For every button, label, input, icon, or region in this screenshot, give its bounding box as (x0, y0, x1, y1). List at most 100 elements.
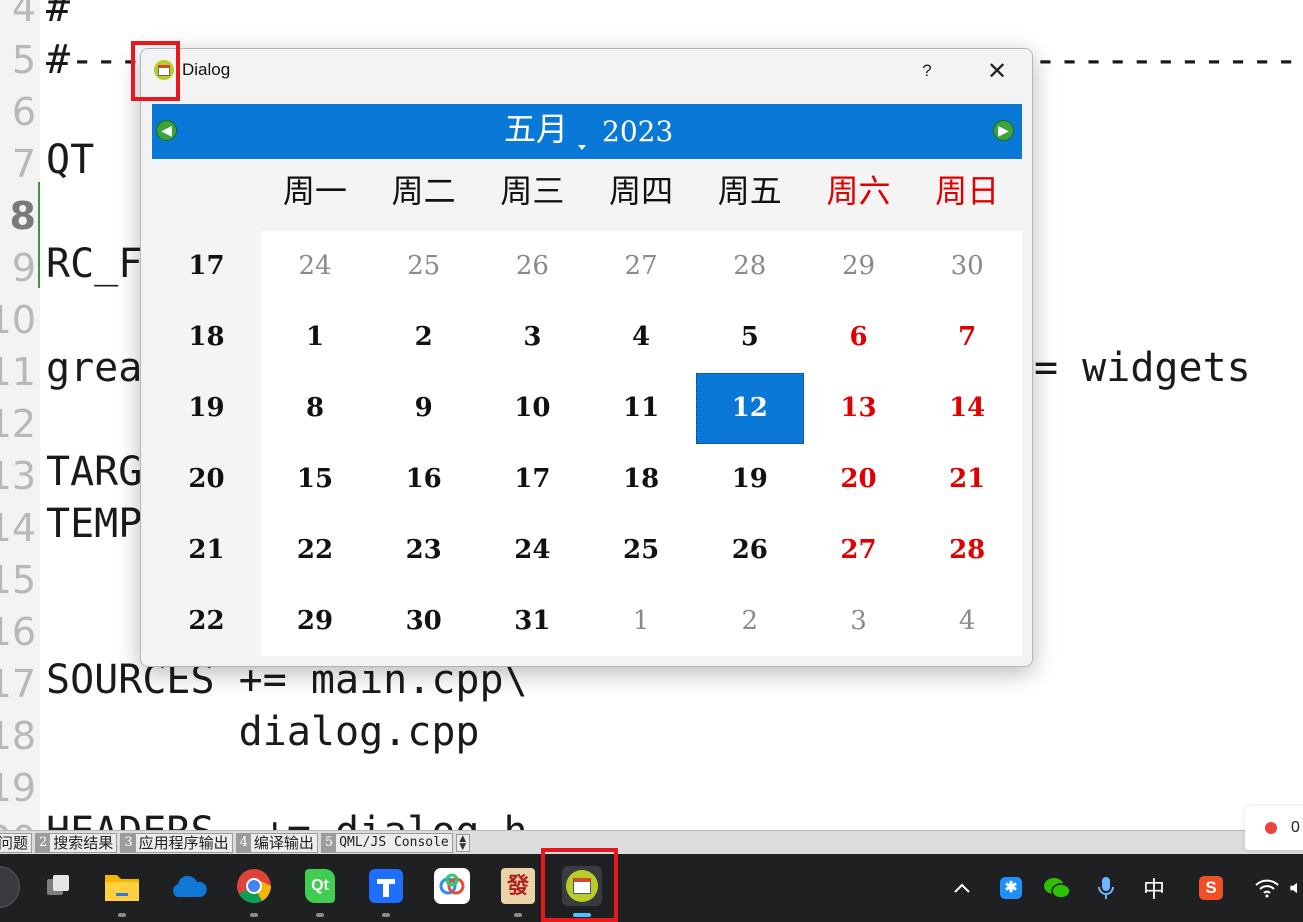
pane-tab-search-results[interactable]: 2 搜索结果 (35, 832, 118, 853)
tencent-docs-icon[interactable] (366, 866, 406, 917)
day-cell[interactable]: 30 (370, 586, 478, 657)
day-cell[interactable]: 26 (696, 515, 804, 586)
day-cell-selected[interactable]: 12 (695, 373, 804, 444)
day-grid: 24 25 26 27 28 29 30 1 2 3 4 5 6 7 8 9 10 11 12 13 14 15 16 17 1… (261, 231, 1022, 656)
wifi-icon[interactable] (1252, 872, 1282, 904)
weekday-header: 周一 周二 周三 周四 周五 周六 周日 (152, 159, 1022, 231)
weekday-label: 周二 (391, 172, 456, 210)
close-button[interactable]: ✕ (974, 55, 1020, 87)
day-cell-other-month[interactable]: 30 (913, 231, 1021, 302)
microphone-icon[interactable] (1092, 872, 1120, 904)
day-cell[interactable]: 2 (370, 302, 478, 373)
day-cell-other-month[interactable]: 3 (805, 586, 913, 657)
line-number: 11 (0, 350, 36, 394)
weekday-label: 周日 (935, 172, 1000, 210)
month-selector[interactable]: 五月 (504, 107, 568, 151)
running-indicator (250, 913, 258, 917)
wechat-icon[interactable] (1042, 872, 1072, 904)
day-cell[interactable]: 21 (913, 444, 1021, 515)
day-cell[interactable]: 16 (370, 444, 478, 515)
line-number: 9 (11, 246, 36, 290)
weekday-label: 周六 (826, 172, 891, 210)
day-cell[interactable]: 8 (261, 373, 369, 444)
week-number: 22 (188, 606, 225, 636)
pane-tab-number: 2 (36, 833, 51, 852)
calendar-dialog-app-icon[interactable] (562, 866, 602, 917)
pane-tab-compile-output[interactable]: 4 编译输出 (235, 832, 318, 853)
day-cell-other-month[interactable]: 24 (261, 231, 369, 302)
day-cell[interactable]: 31 (478, 586, 586, 657)
day-cell-other-month[interactable]: 27 (587, 231, 695, 302)
sogou-glyph: S (1199, 876, 1223, 900)
day-cell[interactable]: 4 (587, 302, 695, 373)
day-cell[interactable]: 11 (587, 373, 695, 444)
day-cell[interactable]: 15 (261, 444, 369, 515)
code-line-7: QT (46, 137, 95, 183)
pane-tab-qml-console[interactable]: 5 QML/JS Console (320, 832, 453, 853)
ime-mode-indicator[interactable]: 中 (1138, 872, 1170, 904)
onedrive-icon[interactable] (168, 866, 208, 906)
recording-indicator[interactable]: 0 (1245, 806, 1303, 850)
day-cell-other-month[interactable]: 28 (696, 231, 804, 302)
week-number: 20 (188, 464, 225, 494)
day-cell-other-month[interactable]: 29 (805, 231, 913, 302)
day-cell-other-month[interactable]: 26 (478, 231, 586, 302)
day-cell[interactable]: 14 (913, 373, 1021, 444)
line-number: 19 (0, 766, 36, 810)
task-view-icon[interactable] (38, 866, 78, 906)
line-number: 18 (0, 714, 36, 758)
qt-glyph: Qt (305, 869, 335, 903)
modified-lines-marker (38, 182, 40, 288)
volume-icon[interactable] (1288, 872, 1303, 904)
year-selector[interactable]: 2023 (602, 112, 673, 152)
week-number: 17 (188, 251, 225, 281)
line-number: 17 (0, 662, 36, 706)
search-icon[interactable] (0, 866, 20, 908)
day-cell-other-month[interactable]: 4 (913, 586, 1021, 657)
line-number: 7 (11, 142, 36, 186)
day-cell[interactable]: 23 (370, 515, 478, 586)
chevron-down-icon[interactable] (578, 145, 586, 150)
day-cell[interactable]: 20 (805, 444, 913, 515)
day-cell[interactable]: 24 (478, 515, 586, 586)
pane-more-button[interactable]: ▲ ▼ (455, 833, 470, 852)
running-indicator (382, 913, 390, 917)
chevron-up-icon[interactable] (948, 872, 976, 904)
day-cell[interactable]: 19 (696, 444, 804, 515)
day-cell[interactable]: 6 (805, 302, 913, 373)
pane-tab-label: 编译输出 (253, 833, 314, 852)
help-button[interactable]: ? (909, 55, 945, 87)
day-cell[interactable]: 9 (370, 373, 478, 444)
day-cell[interactable]: 7 (913, 302, 1021, 373)
dialog-titlebar[interactable]: Dialog ? ✕ (141, 49, 1032, 93)
day-cell-other-month[interactable]: 1 (587, 586, 695, 657)
day-cell[interactable]: 5 (696, 302, 804, 373)
day-cell[interactable]: 27 (805, 515, 913, 586)
qt-creator-icon[interactable]: Qt (300, 866, 340, 917)
bluetooth-app-icon[interactable]: ✱ (996, 872, 1026, 904)
day-cell[interactable]: 1 (261, 302, 369, 373)
day-cell[interactable]: 25 (587, 515, 695, 586)
day-cell-other-month[interactable]: 2 (696, 586, 804, 657)
day-cell[interactable]: 18 (587, 444, 695, 515)
day-cell[interactable]: 22 (261, 515, 369, 586)
day-cell-other-month[interactable]: 25 (370, 231, 478, 302)
day-cell[interactable]: 29 (261, 586, 369, 657)
day-cell[interactable]: 28 (913, 515, 1021, 586)
sogou-ime-icon[interactable]: S (1196, 872, 1226, 904)
line-number: 12 (0, 402, 36, 446)
day-cell[interactable]: 10 (478, 373, 586, 444)
chrome-icon[interactable] (234, 866, 274, 917)
week-number: 18 (188, 322, 225, 352)
fa-tile-icon[interactable]: 發 (498, 866, 538, 917)
arrow-right-icon[interactable]: ▶ (993, 120, 1014, 141)
arrow-left-icon[interactable]: ◀ (156, 120, 177, 141)
file-explorer-icon[interactable] (102, 866, 142, 917)
pane-tab-application-output[interactable]: 3 应用程序输出 (120, 832, 233, 853)
day-cell[interactable]: 17 (478, 444, 586, 515)
pane-tab-label: 搜索结果 (53, 833, 114, 852)
day-cell[interactable]: 13 (805, 373, 913, 444)
baidu-netdisk-icon[interactable] (432, 866, 472, 906)
day-cell[interactable]: 3 (478, 302, 586, 373)
pane-tab-issues[interactable]: 问题 (0, 832, 33, 853)
